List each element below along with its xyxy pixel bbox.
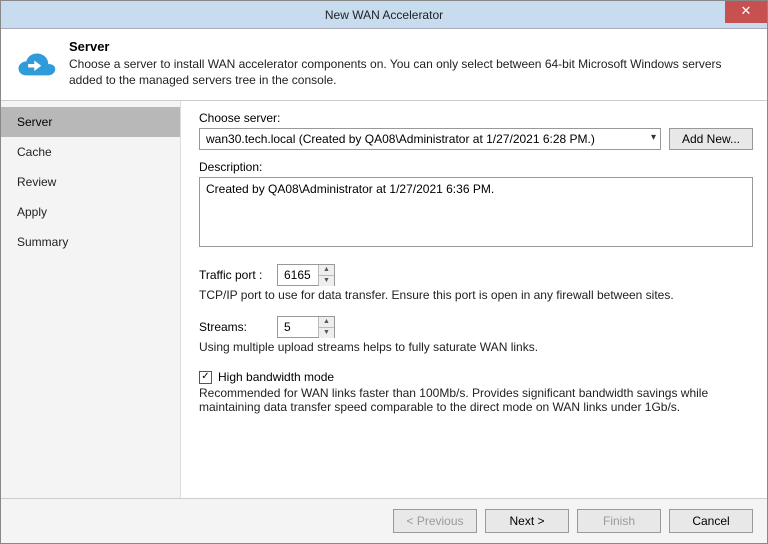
description-textarea[interactable] [199, 177, 753, 247]
page-title: Server [69, 39, 753, 54]
streams-arrows: ▲ ▼ [318, 317, 334, 337]
traffic-port-stepper[interactable]: ▲ ▼ [277, 264, 335, 286]
streams-input[interactable] [278, 317, 318, 337]
server-select-value: wan30.tech.local (Created by QA08\Admini… [206, 132, 595, 146]
wizard-body: Server Cache Review Apply Summary Choose… [1, 101, 767, 498]
wizard-window: New WAN Accelerator ✕ Server Choose a se… [0, 0, 768, 544]
server-select[interactable]: wan30.tech.local (Created by QA08\Admini… [199, 128, 661, 150]
page-description: Choose a server to install WAN accelerat… [69, 56, 753, 88]
sidebar-item-review[interactable]: Review [1, 167, 180, 197]
traffic-port-up-icon[interactable]: ▲ [319, 265, 334, 276]
traffic-port-hint: TCP/IP port to use for data transfer. En… [199, 288, 753, 302]
high-bandwidth-checkbox[interactable]: ✓ [199, 371, 212, 384]
sidebar-item-apply[interactable]: Apply [1, 197, 180, 227]
close-icon: ✕ [741, 3, 752, 18]
wizard-sidebar: Server Cache Review Apply Summary [1, 101, 181, 498]
streams-label: Streams: [199, 320, 269, 334]
header-text-block: Server Choose a server to install WAN ac… [69, 39, 753, 88]
traffic-port-label: Traffic port : [199, 268, 269, 282]
traffic-port-arrows: ▲ ▼ [318, 265, 334, 285]
high-bandwidth-label: High bandwidth mode [218, 370, 334, 384]
wizard-footer: < Previous Next > Finish Cancel [1, 498, 767, 543]
traffic-port-down-icon[interactable]: ▼ [319, 276, 334, 286]
previous-button[interactable]: < Previous [393, 509, 477, 533]
choose-server-label: Choose server: [199, 111, 753, 125]
sidebar-item-cache[interactable]: Cache [1, 137, 180, 167]
streams-stepper[interactable]: ▲ ▼ [277, 316, 335, 338]
server-cloud-icon [15, 43, 57, 85]
window-title: New WAN Accelerator [325, 8, 443, 22]
streams-down-icon[interactable]: ▼ [319, 328, 334, 338]
streams-up-icon[interactable]: ▲ [319, 317, 334, 328]
streams-hint: Using multiple upload streams helps to f… [199, 340, 753, 354]
close-button[interactable]: ✕ [725, 1, 767, 23]
add-new-button[interactable]: Add New... [669, 128, 753, 150]
description-label: Description: [199, 160, 753, 174]
high-bandwidth-hint: Recommended for WAN links faster than 10… [199, 386, 753, 414]
wizard-main: Choose server: wan30.tech.local (Created… [181, 101, 767, 498]
finish-button[interactable]: Finish [577, 509, 661, 533]
titlebar: New WAN Accelerator ✕ [1, 1, 767, 29]
check-icon: ✓ [201, 372, 209, 382]
sidebar-item-server[interactable]: Server [1, 107, 180, 137]
chevron-down-icon: ▾ [651, 132, 656, 143]
cancel-button[interactable]: Cancel [669, 509, 753, 533]
sidebar-item-summary[interactable]: Summary [1, 227, 180, 257]
traffic-port-input[interactable] [278, 265, 318, 285]
wizard-header: Server Choose a server to install WAN ac… [1, 29, 767, 101]
next-button[interactable]: Next > [485, 509, 569, 533]
